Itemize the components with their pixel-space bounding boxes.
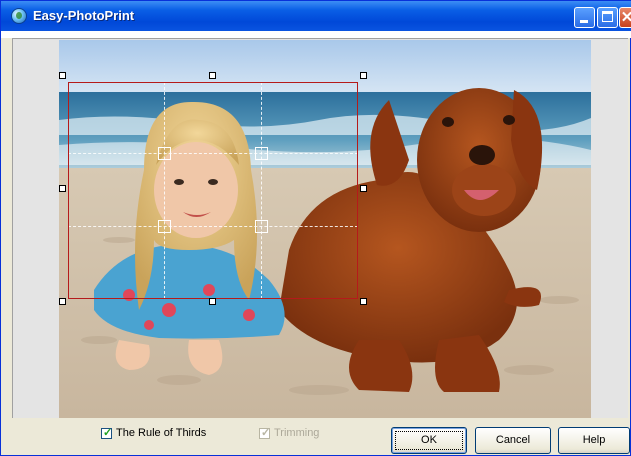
easy-photoprint-window: Easy-PhotoPrint ✕ ✓ The Rule of Thirds ✓… xyxy=(0,0,631,456)
ok-button[interactable]: OK xyxy=(391,427,467,454)
app-globe-icon[interactable] xyxy=(11,8,27,24)
close-icon: ✕ xyxy=(620,9,631,26)
crop-handle-bottom-middle[interactable] xyxy=(209,298,216,305)
crop-handle-middle-left[interactable] xyxy=(59,185,66,192)
crop-handle-bottom-right[interactable] xyxy=(360,298,367,305)
checkmark-icon: ✓ xyxy=(261,427,271,439)
rule-of-thirds-checkbox[interactable]: ✓ xyxy=(101,427,113,439)
window-title: Easy-PhotoPrint xyxy=(33,8,135,23)
checkmark-icon: ✓ xyxy=(103,427,113,439)
close-button[interactable]: ✕ xyxy=(619,7,631,28)
maximize-icon xyxy=(602,11,613,22)
minimize-button[interactable] xyxy=(574,7,595,28)
crop-handle-top-left[interactable] xyxy=(59,72,66,79)
crop-frame[interactable] xyxy=(68,82,358,299)
crop-handle-middle-right[interactable] xyxy=(360,185,367,192)
crop-handle-top-right[interactable] xyxy=(360,72,367,79)
title-bar[interactable]: Easy-PhotoPrint ✕ xyxy=(1,1,631,31)
crop-handle-top-middle[interactable] xyxy=(209,72,216,79)
trimming-checkbox[interactable]: ✓ xyxy=(259,427,271,439)
maximize-button[interactable] xyxy=(597,7,618,28)
crop-handle-bottom-left[interactable] xyxy=(59,298,66,305)
cancel-button[interactable]: Cancel xyxy=(475,427,551,454)
frame-top xyxy=(1,31,631,38)
minimize-icon xyxy=(580,20,588,23)
trimming-label: Trimming xyxy=(274,427,320,439)
rule-of-thirds-label: The Rule of Thirds xyxy=(116,427,207,439)
help-button[interactable]: Help xyxy=(558,427,630,454)
